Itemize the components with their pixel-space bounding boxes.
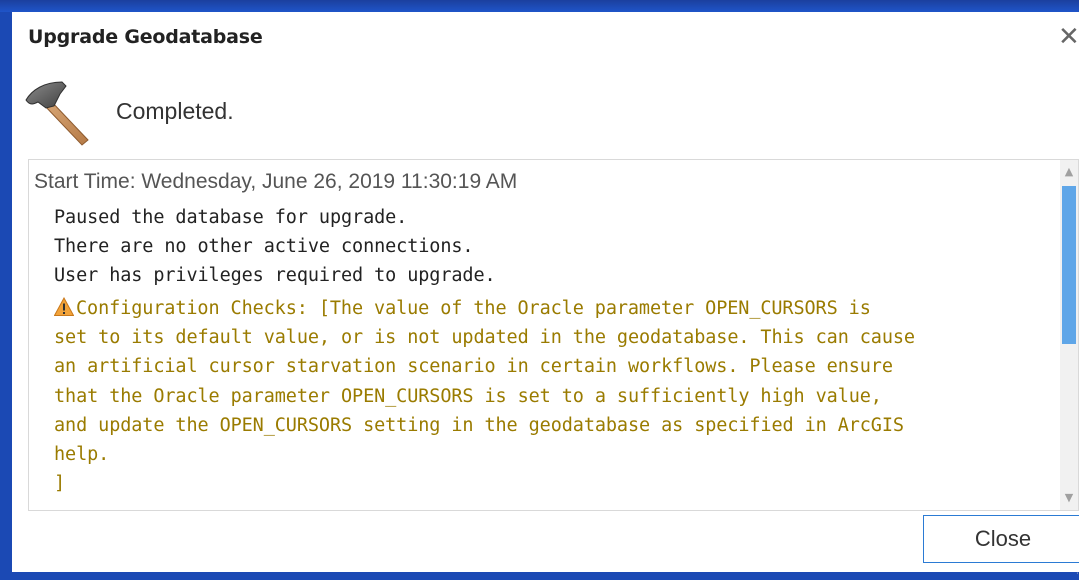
warning-icon	[54, 297, 74, 316]
warning-line: Configuration Checks: [The value of the …	[54, 294, 1060, 323]
log-panel: Start Time: Wednesday, June 26, 2019 11:…	[28, 159, 1079, 511]
warning-line: help.	[54, 444, 110, 466]
warning-line: set to its default value, or is not upda…	[54, 327, 915, 349]
scroll-down-arrow-icon[interactable]: ▼	[1060, 488, 1078, 508]
window-frame	[0, 0, 1079, 12]
close-button[interactable]: Close	[923, 515, 1079, 563]
start-time-text: Start Time: Wednesday, June 26, 2019 11:…	[34, 170, 518, 193]
warning-line: ]	[54, 473, 66, 495]
warning-message: Configuration Checks: [The value of the …	[54, 294, 1060, 498]
scroll-thumb[interactable]	[1062, 186, 1076, 344]
vertical-scrollbar[interactable]: ▲ ▼	[1060, 160, 1078, 510]
warning-line: that the Oracle parameter OPEN_CURSORS i…	[54, 385, 882, 407]
scroll-up-arrow-icon[interactable]: ▲	[1060, 162, 1078, 182]
log-message: There are no other active connections.	[54, 236, 474, 257]
dialog-title: Upgrade Geodatabase	[28, 26, 263, 48]
log-message: User has privileges required to upgrade.	[54, 265, 496, 286]
log-message: Paused the database for upgrade.	[54, 207, 408, 228]
close-icon[interactable]: ✕	[1058, 20, 1079, 54]
status-text: Completed.	[116, 98, 234, 124]
hammer-icon	[25, 81, 89, 146]
upgrade-geodatabase-dialog: Upgrade Geodatabase ✕ Completed. Start T…	[12, 12, 1079, 575]
warning-line: and update the OPEN_CURSORS setting in t…	[54, 414, 904, 436]
warning-line: an artificial cursor starvation scenario…	[54, 356, 893, 378]
warning-line-text: Configuration Checks: [The value of the …	[76, 298, 871, 319]
